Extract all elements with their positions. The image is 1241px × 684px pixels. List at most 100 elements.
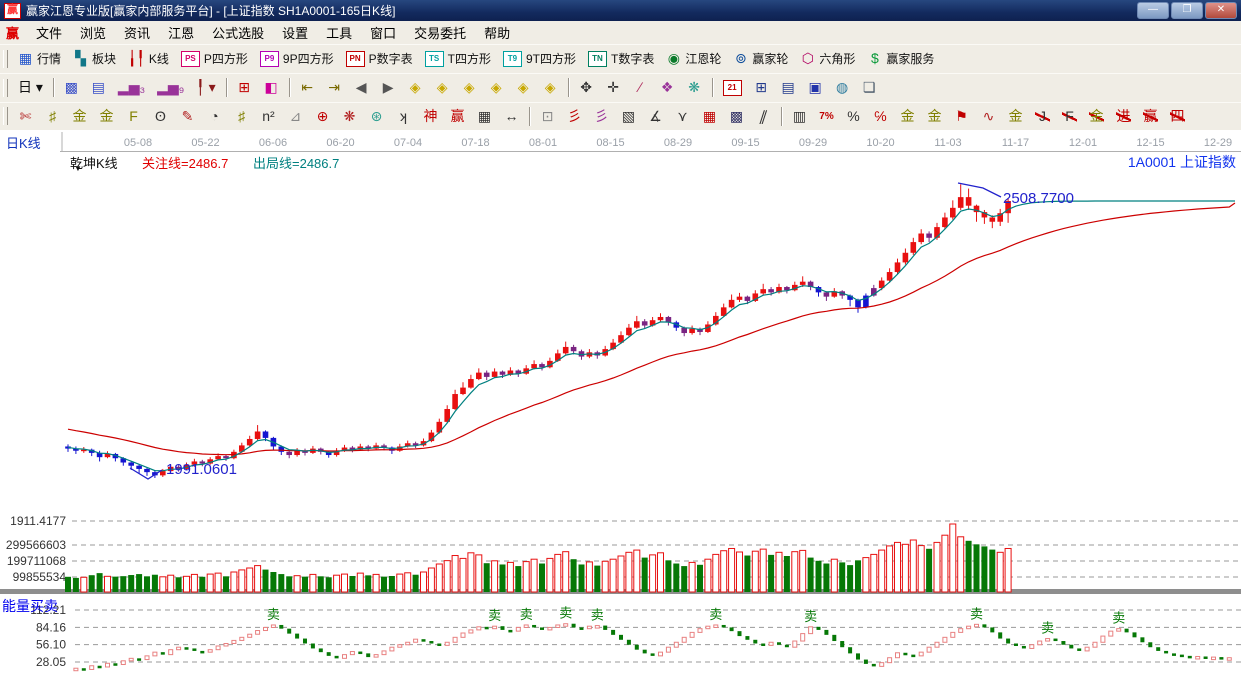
toolbar-grip[interactable] — [3, 50, 8, 68]
angle-j-tool[interactable]: J — [1029, 107, 1056, 126]
winner-wheel-button[interactable]: ⊚赢家轮 — [727, 48, 794, 69]
indicator-label[interactable]: 能量买卖 — [2, 596, 58, 616]
f-grid-tool[interactable]: F — [120, 107, 147, 126]
candle-body[interactable] — [911, 242, 917, 253]
candle-body[interactable] — [729, 300, 735, 307]
grid-red-tool[interactable]: ▦ — [696, 107, 723, 126]
candle-body[interactable] — [642, 321, 648, 325]
candle-body[interactable] — [950, 208, 956, 218]
candle-body[interactable] — [476, 373, 482, 379]
t-square-button[interactable]: TST四方形 — [419, 48, 497, 69]
minimize-button[interactable]: — — [1137, 2, 1169, 19]
time-comb-tool[interactable]: ♯ — [39, 107, 66, 126]
diamond-expand-icon[interactable]: ◈ — [510, 78, 537, 97]
angle-gold-tool[interactable]: 金 — [1083, 107, 1110, 126]
menu-settings[interactable]: 设置 — [273, 21, 317, 44]
dial-circle-tool[interactable]: ◔ — [201, 107, 228, 126]
candle-body[interactable] — [626, 328, 632, 335]
candle-body[interactable] — [468, 379, 474, 388]
step-back-button[interactable]: ◀ — [348, 78, 375, 97]
maximize-button[interactable]: ❐ — [1171, 2, 1203, 19]
menu-browse[interactable]: 浏览 — [71, 21, 115, 44]
save-icon[interactable]: ▣ — [802, 78, 829, 97]
notepad-icon[interactable]: ▤ — [775, 78, 802, 97]
candle-body[interactable] — [563, 347, 569, 353]
shen-tool[interactable]: 神 — [417, 107, 444, 126]
candle-period-dropdown[interactable]: ╿ ▾ — [190, 78, 221, 97]
candle-body[interactable] — [571, 347, 577, 351]
info-doc-icon[interactable]: ▤ — [85, 78, 112, 97]
menu-gann[interactable]: 江恩 — [159, 21, 203, 44]
line-segment-tool[interactable]: ∕ — [627, 78, 654, 97]
bars-3-icon[interactable]: ▂▅₃ — [112, 78, 151, 97]
candle-body[interactable] — [903, 253, 909, 263]
9t-square-button[interactable]: T99T四方形 — [497, 48, 582, 69]
candle-body[interactable] — [294, 451, 300, 455]
candle-body[interactable] — [255, 431, 261, 438]
knife-tool[interactable]: ✄ — [12, 107, 39, 126]
candle-body[interactable] — [926, 234, 932, 238]
calculator-icon[interactable]: ⊞ — [748, 78, 775, 97]
fan-red-tool[interactable]: 彡 — [561, 107, 588, 126]
diamond-left-icon[interactable]: ◈ — [402, 78, 429, 97]
candle-body[interactable] — [286, 452, 292, 455]
candle-body[interactable] — [824, 292, 830, 296]
pen-ruler-tool[interactable]: ✎ — [174, 107, 201, 126]
n-squared-tool[interactable]: n² — [255, 107, 282, 126]
p-square-button[interactable]: PSP四方形 — [175, 48, 254, 69]
spiral-tool[interactable]: ʘ — [147, 107, 174, 126]
diamond-hsplit-icon[interactable]: ◈ — [456, 78, 483, 97]
menu-news[interactable]: 资讯 — [115, 21, 159, 44]
candle-body[interactable] — [800, 282, 806, 285]
bars-9-icon[interactable]: ▂▅₉ — [151, 78, 190, 97]
sectors-button[interactable]: ▚板块 — [67, 48, 122, 69]
close-button[interactable]: ✕ — [1205, 2, 1237, 19]
angle-f-tool[interactable]: F — [1056, 107, 1083, 126]
candle-body[interactable] — [492, 372, 498, 377]
candle-body[interactable] — [531, 364, 537, 368]
candle-body[interactable] — [737, 297, 743, 300]
hexagon-button[interactable]: ⬡六角形 — [794, 48, 861, 69]
candle-body[interactable] — [160, 471, 166, 475]
print-cart-icon[interactable]: ❏ — [856, 78, 883, 97]
kline-button[interactable]: ╽╿K线 — [122, 48, 175, 69]
toolbar-grip[interactable] — [3, 79, 8, 97]
slant-lines-tool[interactable]: ∥ — [750, 107, 777, 126]
fan-purple-tool[interactable]: 彡 — [588, 107, 615, 126]
wave-tool[interactable]: ∿ — [975, 107, 1002, 126]
candle-body[interactable] — [745, 297, 751, 301]
step-forward-button[interactable]: ▶ — [375, 78, 402, 97]
hand-tool[interactable]: ✥ — [573, 78, 600, 97]
p-number-table-button[interactable]: PNP数字表 — [340, 48, 419, 69]
candle-body[interactable] — [990, 217, 996, 221]
candle-body[interactable] — [689, 329, 695, 333]
candle-body[interactable] — [136, 466, 142, 469]
quotes-button[interactable]: ▦行情 — [12, 48, 67, 69]
qiankun-dropdown-icon[interactable]: ▼ — [74, 164, 82, 173]
candle-body[interactable] — [768, 289, 774, 292]
period-label[interactable]: 日K线 — [6, 133, 41, 152]
k-quote-tool[interactable]: ʞ — [390, 107, 417, 126]
angle-mirror-tool[interactable]: ⊿ — [282, 107, 309, 126]
gold-circle-tool[interactable]: 金 — [894, 107, 921, 126]
menu-help[interactable]: 帮助 — [475, 21, 519, 44]
gold-square-a-tool[interactable]: 金 — [66, 107, 93, 126]
trend-net-icon[interactable]: ▩ — [58, 78, 85, 97]
gann-frame-icon[interactable]: ⊞ — [231, 78, 258, 97]
candle-body[interactable] — [128, 463, 134, 466]
web-star-tool[interactable]: ❋ — [336, 107, 363, 126]
gold-square-b-tool[interactable]: 金 — [93, 107, 120, 126]
web-export-icon[interactable]: ◍ — [829, 78, 856, 97]
nav-first-button[interactable]: ⇤ — [294, 78, 321, 97]
profile-chart-icon[interactable]: ◧ — [258, 78, 285, 97]
gann-wheel-button[interactable]: ◉江恩轮 — [660, 48, 727, 69]
smart-analysis-icon[interactable]: ❋ — [681, 78, 708, 97]
candle-body[interactable] — [452, 394, 458, 409]
toolbar-grip[interactable] — [3, 107, 8, 125]
meter-bars-tool[interactable]: ▥ — [786, 107, 813, 126]
flag-pen-tool[interactable]: ⚑ — [948, 107, 975, 126]
9p-square-button[interactable]: P99P四方形 — [254, 48, 340, 69]
fan-box-tool[interactable]: ▧ — [615, 107, 642, 126]
percent-line-tool[interactable]: ℅ — [867, 107, 894, 126]
calendar-icon[interactable]: 21 — [717, 78, 748, 98]
